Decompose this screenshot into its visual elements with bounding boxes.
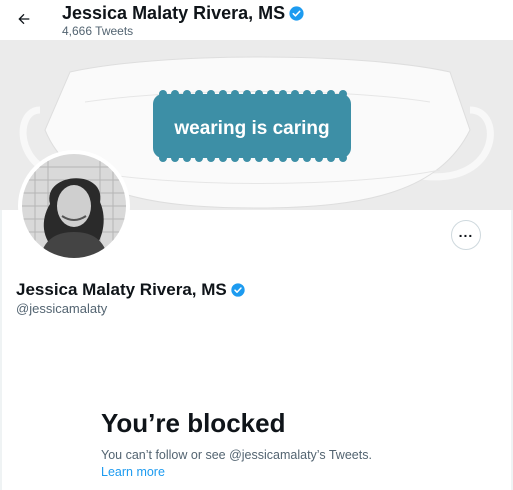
profile-header-bar: Jessica Malaty Rivera, MS 4,666 Tweets: [0, 0, 513, 40]
blocked-title: You’re blocked: [101, 408, 286, 438]
header-display-name: Jessica Malaty Rivera, MS: [62, 3, 286, 23]
arrow-left-icon: [18, 13, 30, 25]
header-name-row: Jessica Malaty Rivera, MS: [62, 3, 305, 24]
verified-badge-icon: [289, 6, 304, 21]
profile-avatar[interactable]: [18, 150, 130, 262]
portrait-image: [22, 154, 126, 258]
profile-handle: @jessicamalaty: [16, 301, 108, 316]
avatar-photo: [22, 154, 126, 258]
learn-more-link[interactable]: Learn more: [101, 465, 165, 479]
back-button[interactable]: [12, 8, 36, 30]
more-options-button[interactable]: ...: [451, 220, 481, 250]
verified-badge-icon: [231, 283, 245, 297]
blocked-description: You can’t follow or see @jessicamalaty’s…: [101, 448, 372, 462]
profile-name-row: Jessica Malaty Rivera, MS: [16, 280, 246, 300]
more-horizontal-icon: ...: [458, 224, 474, 240]
tweet-count: 4,666 Tweets: [62, 24, 134, 38]
mask-label-text: wearing is caring: [173, 118, 329, 139]
profile-display-name: Jessica Malaty Rivera, MS: [16, 280, 227, 299]
